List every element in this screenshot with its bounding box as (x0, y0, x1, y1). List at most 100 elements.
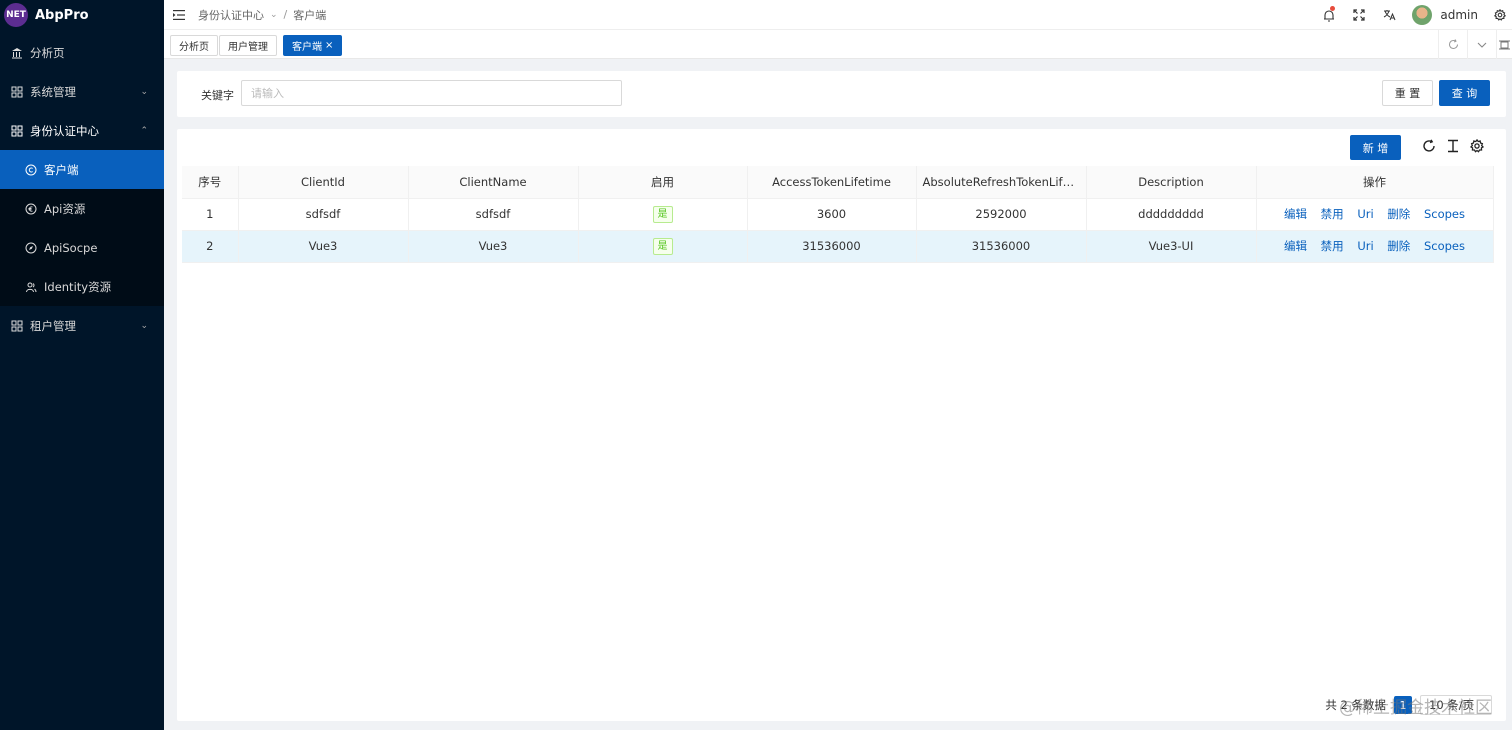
copyright-icon (24, 163, 38, 177)
delete-link[interactable]: 删除 (1387, 207, 1410, 221)
column-header[interactable]: Description (1086, 166, 1257, 199)
tab-client[interactable]: 客户端 × (283, 35, 343, 56)
fullscreen-icon[interactable] (1344, 0, 1374, 30)
reset-button[interactable]: 重 置 (1382, 80, 1433, 106)
column-header[interactable]: ClientName (408, 166, 579, 199)
cell-client-id: sdfsdf (238, 198, 409, 231)
refresh-icon[interactable] (1420, 137, 1438, 155)
edit-link[interactable]: 编辑 (1284, 207, 1307, 221)
bell-icon[interactable] (1314, 0, 1344, 30)
tab-user-management[interactable]: 用户管理 (219, 35, 277, 56)
chevron-up-icon: ⌃ (140, 125, 148, 136)
chevron-down-icon: ⌄ (270, 9, 278, 20)
sidebar-item-analysis[interactable]: 分析页 (0, 33, 164, 72)
column-height-icon[interactable] (1444, 137, 1462, 155)
header-actions: admin (1314, 0, 1512, 30)
cell-refresh-token-lifetime: 31536000 (916, 230, 1087, 263)
total-count: 共 2 条数据 (1325, 698, 1386, 712)
search-form: 关键字 重 置 查 询 (177, 71, 1506, 117)
sidebar-item-label: 客户端 (44, 162, 79, 177)
sidebar-item-client[interactable]: 客户端 (0, 150, 164, 189)
table-row[interactable]: 1 sdfsdf sdfsdf 是 3600 2592000 ddddddddd… (182, 198, 1494, 231)
disable-link[interactable]: 禁用 (1321, 239, 1344, 253)
sidebar-item-label: 分析页 (30, 45, 65, 60)
refresh-icon[interactable] (1438, 30, 1467, 59)
table-row[interactable]: 2 Vue3 Vue3 是 31536000 31536000 Vue3-UI … (182, 230, 1494, 263)
tab-analysis[interactable]: 分析页 (170, 35, 218, 56)
sidebar-item-label: 租户管理 (30, 318, 76, 333)
sidebar-item-identity-resource[interactable]: Identity资源 (0, 267, 164, 306)
column-header[interactable]: AccessTokenLifetime (747, 166, 917, 199)
sidebar-item-api-resource[interactable]: Api资源 (0, 189, 164, 228)
chevron-down-icon: ⌄ (140, 320, 148, 331)
cell-client-name: Vue3 (408, 230, 579, 263)
column-header[interactable]: 序号 (182, 166, 239, 199)
keyword-input[interactable] (241, 80, 622, 106)
add-button[interactable]: 新 增 (1350, 135, 1401, 160)
sidebar: NET AbpPro 分析页 系统管理 ⌄ 身份认证中心 ⌃ 客户端 Api资源… (0, 0, 164, 730)
cell-actions: 编辑 禁用 Uri 删除 Scopes (1256, 198, 1494, 231)
enabled-tag: 是 (652, 205, 673, 223)
chevron-down-icon: ⌄ (140, 86, 148, 97)
cell-actions: 编辑 禁用 Uri 删除 Scopes (1256, 230, 1494, 263)
edit-link[interactable]: 编辑 (1284, 239, 1307, 253)
page-size-select[interactable]: 10 条/页 (1420, 695, 1492, 715)
disable-link[interactable]: 禁用 (1321, 207, 1344, 221)
sidebar-item-label: Api资源 (44, 201, 86, 216)
uri-link[interactable]: Uri (1357, 207, 1373, 221)
delete-link[interactable]: 删除 (1387, 239, 1410, 253)
gear-icon[interactable] (1488, 0, 1512, 30)
sidebar-item-label: 系统管理 (30, 84, 76, 99)
settings-icon[interactable] (1468, 137, 1486, 155)
uri-link[interactable]: Uri (1357, 239, 1373, 253)
column-header[interactable]: ClientId (238, 166, 409, 199)
sidebar-item-label: ApiSocpe (44, 240, 98, 255)
grid-icon (10, 85, 24, 99)
table-card: 新 增 序号 ClientId ClientName 启用 AccessToke… (177, 129, 1506, 721)
keyword-label: 关键字 (201, 89, 234, 102)
translate-icon[interactable] (1374, 0, 1404, 30)
cell-no: 2 (182, 230, 239, 263)
sidebar-item-identity[interactable]: 身份认证中心 ⌃ (0, 111, 164, 150)
cell-client-name: sdfsdf (408, 198, 579, 231)
sidebar-item-system[interactable]: 系统管理 ⌄ (0, 72, 164, 111)
chevron-down-icon[interactable] (1467, 30, 1496, 59)
scopes-link[interactable]: Scopes (1424, 239, 1465, 253)
cell-enabled: 是 (578, 198, 748, 231)
avatar[interactable] (1412, 5, 1433, 25)
sidebar-item-api-scope[interactable]: ApiSocpe (0, 228, 164, 267)
breadcrumb-item[interactable]: 身份认证中心 (198, 7, 264, 23)
cell-client-id: Vue3 (238, 230, 409, 263)
tab-label: 分析页 (179, 42, 209, 53)
top-header: 身份认证中心 ⌄ / 客户端 admin (164, 0, 1512, 30)
sidebar-item-tenant[interactable]: 租户管理 ⌄ (0, 306, 164, 345)
cell-access-token-lifetime: 31536000 (747, 230, 917, 263)
column-header[interactable]: AbsoluteRefreshTokenLifetime (916, 166, 1087, 199)
sidebar-item-label: 身份认证中心 (30, 123, 99, 138)
table-toolbar (1420, 137, 1486, 155)
close-icon[interactable]: × (325, 40, 333, 51)
user-name[interactable]: admin (1440, 8, 1478, 22)
cell-enabled: 是 (578, 230, 748, 263)
page-number-button[interactable]: 1 (1394, 696, 1412, 714)
scopes-link[interactable]: Scopes (1424, 207, 1465, 221)
cell-no: 1 (182, 198, 239, 231)
app-logo[interactable]: NET AbpPro (0, 0, 164, 30)
menu-fold-icon[interactable] (172, 8, 186, 22)
column-header[interactable]: 启用 (578, 166, 748, 199)
breadcrumb-separator: / (283, 8, 288, 21)
identity-submenu: 客户端 Api资源 ApiSocpe Identity资源 (0, 150, 164, 306)
user-group-icon (24, 280, 38, 294)
cell-description: ddddddddd (1086, 198, 1257, 231)
sidebar-item-label: Identity资源 (44, 279, 112, 294)
cell-access-token-lifetime: 3600 (747, 198, 917, 231)
query-button[interactable]: 查 询 (1439, 80, 1490, 106)
tab-tools (1438, 30, 1512, 59)
breadcrumb-item: 客户端 (293, 8, 327, 22)
expand-icon[interactable] (1496, 30, 1512, 59)
tabs-bar: 分析页 用户管理 客户端 × (164, 30, 1512, 59)
tab-label: 客户端 (292, 42, 322, 53)
compass-icon (24, 241, 38, 255)
grid-icon (10, 319, 24, 333)
breadcrumb: 身份认证中心 ⌄ / 客户端 (198, 7, 326, 23)
